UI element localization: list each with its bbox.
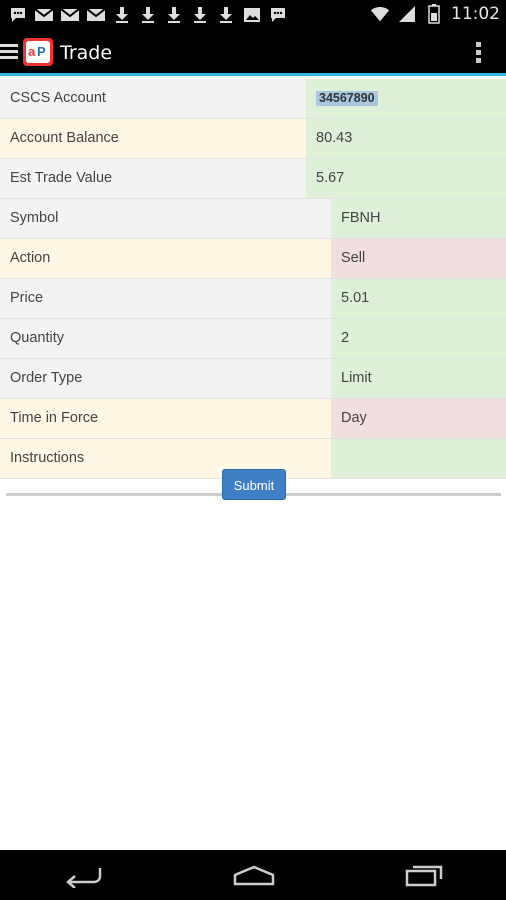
back-icon[interactable] — [64, 862, 104, 889]
form-row-account-balance: Account Balance 80.43 — [0, 119, 506, 159]
image-icon — [242, 4, 262, 26]
home-icon[interactable] — [232, 862, 275, 888]
download-icon — [190, 4, 210, 26]
field-label: Action — [0, 239, 331, 278]
est-trade-value: 5.67 — [306, 159, 506, 198]
download-icon — [164, 4, 184, 26]
account-balance-value: 80.43 — [306, 119, 506, 158]
overflow-menu-icon[interactable] — [476, 42, 482, 66]
notification-icons — [8, 4, 288, 26]
field-label: CSCS Account — [0, 79, 306, 118]
clock: 11:02 — [451, 4, 500, 24]
cscs-account-value: 34567890 — [316, 91, 378, 106]
price-field[interactable]: 5.01 — [331, 279, 506, 318]
form-row-order-type: Order Type Limit — [0, 359, 506, 399]
form-row-cscs-account: CSCS Account 34567890 — [0, 79, 506, 119]
mail-icon — [86, 4, 106, 26]
trade-form: CSCS Account 34567890 Account Balance 80… — [0, 79, 506, 479]
status-bar: 11:02 — [0, 0, 506, 30]
download-icon — [216, 4, 236, 26]
field-label: Order Type — [0, 359, 331, 398]
menu-icon[interactable] — [0, 41, 18, 63]
field-label: Quantity — [0, 319, 331, 358]
form-row-symbol: Symbol FBNH — [0, 199, 506, 239]
wifi-icon — [370, 3, 390, 25]
order-type-select[interactable]: Limit — [331, 359, 506, 398]
mail-icon — [60, 4, 80, 26]
signal-icon — [397, 3, 417, 25]
field-label: Price — [0, 279, 331, 318]
battery-icon — [424, 3, 444, 25]
submit-button[interactable]: Submit — [222, 469, 286, 500]
navigation-bar — [0, 850, 506, 900]
field-label: Est Trade Value — [0, 159, 306, 198]
quantity-field[interactable]: 2 — [331, 319, 506, 358]
page-title: Trade — [60, 42, 113, 64]
download-icon — [112, 4, 132, 26]
field-label: Time in Force — [0, 399, 331, 438]
symbol-field[interactable]: FBNH — [331, 199, 506, 238]
action-bar-divider — [0, 73, 506, 76]
download-icon — [138, 4, 158, 26]
form-row-quantity: Quantity 2 — [0, 319, 506, 359]
submit-area: Submit — [0, 468, 506, 504]
form-row-est-trade-value: Est Trade Value 5.67 — [0, 159, 506, 199]
action-bar: aP Trade — [0, 30, 506, 76]
time-in-force-select[interactable]: Day — [331, 399, 506, 438]
chat-icon — [8, 4, 28, 26]
form-row-action: Action Sell — [0, 239, 506, 279]
action-select[interactable]: Sell — [331, 239, 506, 278]
cscs-account-field[interactable]: 34567890 — [306, 79, 506, 118]
field-label: Symbol — [0, 199, 331, 238]
field-label: Account Balance — [0, 119, 306, 158]
recent-apps-icon[interactable] — [404, 862, 444, 888]
app-logo-icon: aP — [23, 38, 53, 66]
form-row-time-in-force: Time in Force Day — [0, 399, 506, 439]
mail-icon — [34, 4, 54, 26]
chat-icon — [268, 4, 288, 26]
form-row-price: Price 5.01 — [0, 279, 506, 319]
